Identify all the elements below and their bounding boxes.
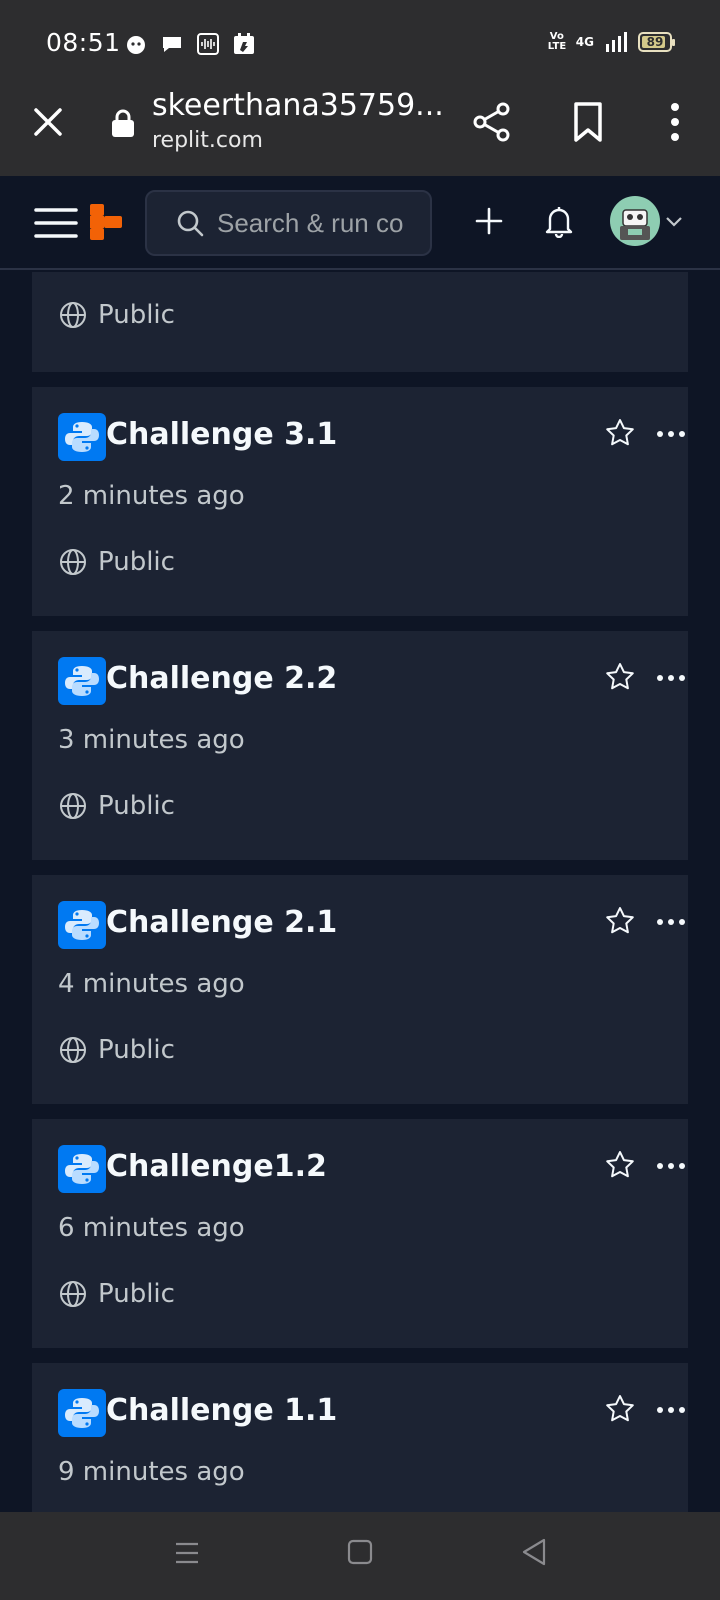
hamburger-icon[interactable] [34,206,78,240]
search-input[interactable] [217,207,427,239]
page-domain: replit.com [152,128,263,153]
visibility-indicator: Public [58,1035,175,1065]
repl-updated-time: 6 minutes ago [58,1213,245,1243]
repl-card[interactable]: Challenge1.2 6 minutes ago Public [32,1119,688,1348]
more-horizontal-icon[interactable] [656,915,686,929]
globe-icon [60,793,86,819]
repl-title[interactable]: Challenge 2.2 [106,661,337,696]
notification-app-icon [124,32,148,56]
python-icon [58,413,106,461]
repl-title[interactable]: Challenge 3.1 [106,417,337,452]
repl-card[interactable]: Challenge 1.1 9 minutes ago [32,1363,688,1512]
globe-icon [60,1281,86,1307]
repl-card[interactable]: Challenge 3.1 2 minutes ago Public [32,387,688,616]
robot-avatar-icon [620,209,650,240]
star-icon[interactable] [604,1149,636,1181]
repl-updated-time: 2 minutes ago [58,481,245,511]
repl-card[interactable]: Challenge 2.1 4 minutes ago Public [32,875,688,1104]
globe-icon [60,1037,86,1063]
repl-updated-time: 9 minutes ago [58,1457,245,1487]
page-title: skeerthana35759... [152,88,444,123]
lock-icon [112,109,134,137]
replit-logo[interactable] [90,204,122,242]
calendar-icon [232,32,256,56]
star-icon[interactable] [604,905,636,937]
repl-card[interactable]: Challenge 2.2 3 minutes ago Public [32,631,688,860]
audio-icon [196,32,220,56]
python-icon [58,1389,106,1437]
visibility-label: Public [98,1035,175,1065]
visibility-label: Public [98,791,175,821]
star-icon[interactable] [604,1393,636,1425]
chat-icon [160,32,184,56]
avatar[interactable] [610,196,660,246]
visibility-label: Public [98,547,175,577]
volte-indicator: Vo LTE [547,31,567,52]
signal-icon [606,32,627,52]
python-icon [58,901,106,949]
python-icon [58,657,106,705]
repl-updated-time: 4 minutes ago [58,969,245,999]
share-icon[interactable] [470,100,514,144]
browser-toolbar: skeerthana35759... replit.com [0,86,720,176]
visibility-indicator: Public [58,300,175,330]
star-icon[interactable] [604,417,636,449]
close-icon[interactable] [30,104,66,140]
repl-title[interactable]: Challenge1.2 [106,1149,327,1184]
visibility-indicator: Public [58,547,175,577]
battery-indicator: 89 [638,32,675,52]
search-bar[interactable] [145,190,432,256]
visibility-label: Public [98,1279,175,1309]
network-type: 4G [575,35,594,49]
chevron-down-icon[interactable] [664,214,684,228]
system-nav-bar [0,1512,720,1600]
more-horizontal-icon[interactable] [656,671,686,685]
more-horizontal-icon[interactable] [656,427,686,441]
visibility-indicator: Public [58,791,175,821]
status-time: 08:51 [46,28,121,57]
repl-card[interactable]: Public [32,272,688,372]
repl-list: Public Challenge 3.1 2 minutes ago Publi… [0,272,720,1512]
globe-icon [60,302,86,328]
app-header [0,176,720,270]
more-horizontal-icon[interactable] [656,1403,686,1417]
visibility-label: Public [98,300,175,330]
battery-level: 89 [646,35,664,49]
recent-apps-icon[interactable] [174,1538,200,1568]
home-icon[interactable] [346,1538,374,1566]
star-icon[interactable] [604,661,636,693]
bell-icon[interactable] [544,204,574,238]
more-horizontal-icon[interactable] [656,1159,686,1173]
repl-title[interactable]: Challenge 1.1 [106,1393,337,1428]
status-bar: 08:51 Vo LTE 4G 89 [0,0,720,86]
repl-title[interactable]: Challenge 2.1 [106,905,337,940]
plus-icon[interactable] [474,206,504,236]
search-icon [177,210,204,237]
bookmark-icon[interactable] [568,100,608,144]
visibility-indicator: Public [58,1279,175,1309]
more-vertical-icon[interactable] [660,100,690,144]
notification-icons [124,32,256,56]
globe-icon [60,549,86,575]
back-icon[interactable] [520,1536,548,1568]
repl-updated-time: 3 minutes ago [58,725,245,755]
python-icon [58,1145,106,1193]
